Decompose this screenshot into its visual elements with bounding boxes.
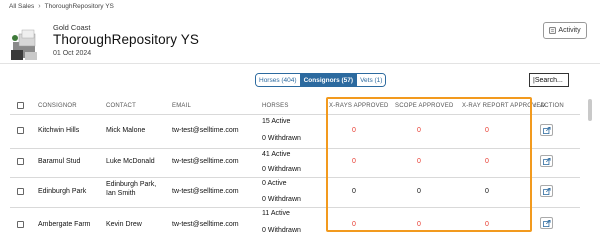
tab-horses[interactable]: Horses (404) xyxy=(256,74,300,86)
column-header-contact[interactable]: CONTACT xyxy=(106,103,136,109)
sale-date: 01 Oct 2024 xyxy=(53,50,92,57)
email-link[interactable]: tw-test@selltime.com xyxy=(172,158,239,165)
activity-icon xyxy=(549,27,557,34)
horses-active: 41 Active xyxy=(262,151,291,158)
external-link-icon xyxy=(542,126,550,134)
table-scrollbar[interactable] xyxy=(588,99,592,121)
sale-header: Gold Coast ThoroughRepository YS 01 Oct … xyxy=(8,18,592,64)
activity-button-label: Activity xyxy=(558,27,581,34)
sale-location: Gold Coast xyxy=(53,23,91,32)
external-link-icon xyxy=(542,219,550,227)
breadcrumb-current: ThoroughRepository YS xyxy=(44,3,114,10)
horses-active: 15 Active xyxy=(262,118,291,125)
consignor-name: Kitchwin Hills xyxy=(38,127,80,134)
contact-name: Kevin Drew xyxy=(106,221,142,228)
horses-withdrawn: 0 Withdrawn xyxy=(262,227,301,234)
header-divider xyxy=(0,63,600,64)
row-checkbox[interactable] xyxy=(17,188,24,195)
select-all-checkbox[interactable] xyxy=(17,102,24,109)
consignor-name: Edinburgh Park xyxy=(38,188,87,195)
column-header-action: ACTION xyxy=(540,103,564,109)
external-link-icon xyxy=(542,187,550,195)
external-link-icon xyxy=(542,157,550,165)
tab-vets[interactable]: Vets (1) xyxy=(356,74,386,86)
consignor-name: Ambergate Farm xyxy=(38,221,91,228)
email-link[interactable]: tw-test@selltime.com xyxy=(172,127,239,134)
horses-active: 0 Active xyxy=(262,180,287,187)
sort-icon[interactable]: ⇕ xyxy=(533,103,537,109)
contact-name: Luke McDonald xyxy=(106,158,155,165)
tab-consignors[interactable]: Consignors (57) xyxy=(299,74,357,86)
open-consignor-button[interactable] xyxy=(540,124,553,136)
activity-button[interactable]: Activity xyxy=(543,22,587,39)
column-header-email[interactable]: EMAIL xyxy=(172,103,191,109)
open-consignor-button[interactable] xyxy=(540,155,553,167)
page-title: ThoroughRepository YS xyxy=(53,32,199,47)
horses-withdrawn: 0 Withdrawn xyxy=(262,196,301,203)
consignor-name: Baramul Stud xyxy=(38,158,81,165)
highlight-annotation xyxy=(326,97,532,232)
horses-withdrawn: 0 Withdrawn xyxy=(262,166,301,173)
open-consignor-button[interactable] xyxy=(540,217,553,229)
column-header-consignor[interactable]: CONSIGNOR xyxy=(38,103,77,109)
horses-withdrawn: 0 Withdrawn xyxy=(262,135,301,142)
row-checkbox[interactable] xyxy=(17,221,24,228)
search-input[interactable] xyxy=(529,73,569,87)
sale-logo-icon xyxy=(11,29,37,60)
tab-group: Horses (404) Consignors (57) Vets (1) xyxy=(255,73,387,87)
email-link[interactable]: tw-test@selltime.com xyxy=(172,221,239,228)
chevron-right-icon: › xyxy=(38,3,41,10)
contact-name: Mick Malone xyxy=(106,127,146,134)
open-consignor-button[interactable] xyxy=(540,185,553,197)
column-header-horses[interactable]: HORSES xyxy=(262,103,289,109)
breadcrumb-all-sales-link[interactable]: All Sales xyxy=(9,3,34,10)
row-checkbox[interactable] xyxy=(17,158,24,165)
breadcrumb: All Sales › ThoroughRepository YS xyxy=(9,3,114,10)
row-checkbox[interactable] xyxy=(17,127,24,134)
horses-active: 11 Active xyxy=(262,210,290,217)
email-link[interactable]: tw-test@selltime.com xyxy=(172,188,239,195)
contact-name: Edinburgh Park, Ian Smith xyxy=(106,181,157,197)
